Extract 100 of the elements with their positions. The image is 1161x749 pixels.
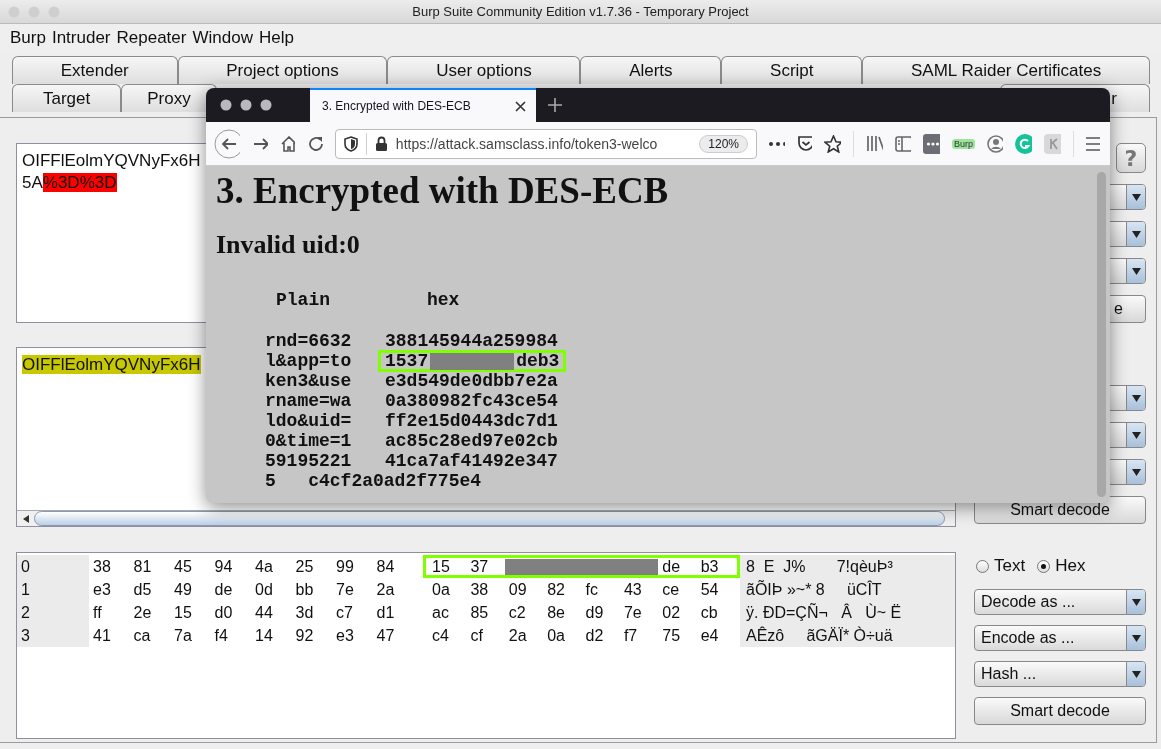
hex-byte: 38 (469, 579, 490, 600)
hex-byte: d0 (213, 602, 234, 623)
tab[interactable]: Proxy (121, 84, 217, 112)
caret-icon (1131, 634, 1141, 642)
home-icon[interactable] (279, 135, 296, 152)
pocket-icon[interactable] (796, 135, 813, 152)
hex-byte: 2a (375, 579, 396, 600)
hex-text: 41ca7af41492e347 (385, 451, 558, 471)
extension-badge[interactable]: Burp (951, 138, 975, 149)
tab[interactable]: SAML Raider Certificates (862, 56, 1150, 84)
tab[interactable]: Project options (177, 56, 388, 84)
highlighted-text: OIFFlEolmYQVNyFx6H (22, 355, 201, 374)
hex-byte: b3 (699, 556, 720, 577)
hex-byte: 49 (173, 579, 193, 600)
ascii-text: ãÕIÞ »~* 8 üCÎT (740, 578, 955, 601)
tab[interactable]: Script (721, 56, 863, 84)
tab[interactable]: Extender (12, 56, 178, 84)
hex-text: ff2e15d0443dc7d1 (385, 411, 558, 431)
dropdown[interactable]: Encode as ... (974, 625, 1146, 651)
hex-text: e3d549de0dbb7e2a (385, 371, 558, 391)
hex-byte: 47 (375, 625, 396, 646)
scroll-left-icon[interactable] (22, 514, 30, 523)
hex-byte: f7 (622, 625, 639, 646)
plain-text: ken3&use (265, 371, 353, 391)
plain-text: 59195221 (265, 451, 353, 471)
caret-icon (1131, 431, 1141, 439)
hex-byte: e3 (335, 625, 355, 646)
new-tab-icon[interactable] (548, 98, 562, 112)
account-icon[interactable] (986, 134, 1003, 153)
hex-byte: 43 (622, 579, 643, 600)
hex-byte: 82 (546, 579, 566, 600)
hex-byte: 2e (132, 602, 153, 623)
pre-text: 5 c4cf2a0ad2f775e4 (265, 471, 482, 491)
hex-byte: 41 (92, 625, 112, 646)
vertical-scrollbar[interactable] (1097, 172, 1106, 497)
library-icon[interactable] (865, 135, 883, 152)
menu-item[interactable]: Intruder (51, 28, 111, 48)
plain-text: l&app=to (265, 351, 353, 371)
caret-icon (1131, 394, 1141, 402)
url-field[interactable]: https://attack.samsclass.info/token3-welco 120% (334, 128, 758, 159)
radio-option[interactable]: Hex (1037, 556, 1086, 576)
close-icon[interactable] (515, 100, 526, 112)
caret-icon (1131, 468, 1141, 476)
menu-item[interactable]: Repeater (116, 28, 187, 48)
window-title: Burp Suite Community Edition v1.7.36 - Temporary Project (412, 4, 749, 19)
hex-byte: 4a (254, 556, 274, 577)
extension-icon[interactable] (1043, 133, 1062, 154)
hex-byte: c2 (507, 602, 527, 623)
star-icon[interactable] (824, 134, 841, 153)
hex-byte: d2 (584, 625, 605, 646)
menu-item[interactable]: Help (258, 28, 294, 48)
hex-byte: bb (294, 579, 315, 600)
tab[interactable]: Alerts (580, 56, 722, 84)
dropdown[interactable]: Decode as ... (974, 589, 1146, 615)
menu-item[interactable]: Burp (10, 28, 46, 48)
hex-byte: d1 (375, 602, 396, 623)
hex-byte: cb (699, 602, 719, 623)
row-index: 2 (17, 601, 89, 624)
forward-icon[interactable] (252, 136, 268, 151)
help-button[interactable]: ? (1116, 143, 1146, 173)
plain-text: ldo&uid= (265, 411, 353, 431)
plain-text: rnd=6632 (265, 331, 353, 351)
hex-byte: e4 (699, 625, 720, 646)
dropdown[interactable]: Hash ... (974, 661, 1146, 687)
input-text: OIFFlEolmYQVNyFx6H (22, 151, 201, 170)
radio-option[interactable]: Text (976, 556, 1026, 576)
page-heading: 3. Encrypted with DES-ECB (216, 169, 669, 213)
extension-icon[interactable] (922, 133, 940, 154)
sidebar-icon[interactable] (894, 135, 911, 152)
back-icon[interactable] (214, 128, 240, 159)
plain-text: rname=wa (265, 391, 353, 411)
tab[interactable]: Target (12, 84, 122, 112)
more-icon[interactable] (769, 141, 785, 146)
caret-icon (1131, 670, 1141, 678)
hex-byte: 15 (431, 556, 451, 577)
hex-byte: 94 (213, 556, 234, 577)
tab[interactable]: User options (387, 56, 581, 84)
menu-item[interactable]: Window (192, 28, 253, 48)
browser-tab[interactable]: 3. Encrypted with DES-ECB (310, 88, 536, 122)
hex-byte: ff (92, 602, 103, 623)
hex-byte: 45 (173, 556, 193, 577)
shield-icon (343, 135, 358, 152)
hex-byte: d9 (584, 602, 605, 623)
hex-text: ac85c28ed97e02cb (385, 431, 558, 451)
window-controls-icon[interactable] (220, 99, 272, 111)
hex-byte: 09 (507, 579, 528, 600)
hex-text: 0a380982fc43ce54 (385, 391, 558, 411)
hex-byte: ca (132, 625, 152, 646)
hex-byte: e3 (92, 579, 112, 600)
column-header: hex (427, 290, 460, 310)
hex-text: 388145944a259984 (385, 331, 558, 351)
hex-byte: 54 (699, 579, 720, 600)
zoom-badge[interactable]: 120% (699, 134, 749, 153)
hex-byte: 0a (546, 625, 566, 646)
smart-decode-button[interactable]: Smart decode (974, 697, 1146, 725)
hex-text: 1537 (385, 351, 429, 371)
reload-icon[interactable] (307, 134, 323, 153)
hex-byte: 7e (622, 602, 643, 623)
menu-icon[interactable] (1086, 136, 1100, 151)
hex-byte: 14 (254, 625, 274, 646)
